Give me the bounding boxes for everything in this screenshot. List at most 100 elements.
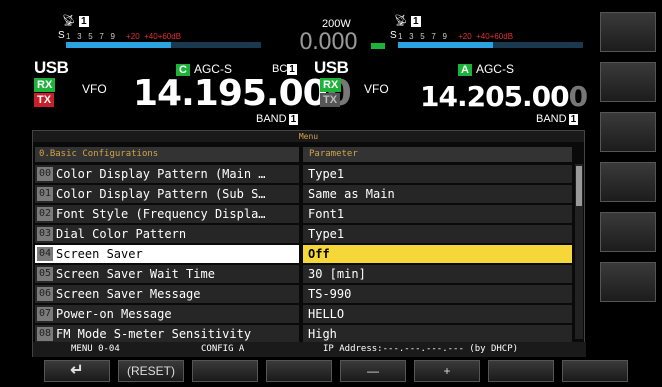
- side-key-4[interactable]: [600, 162, 656, 202]
- radio-screen: 📡︎ 1 S 1 3 5 7 9 +20 +40+60dB USB RX TX …: [0, 0, 662, 387]
- menu-item-number: 00: [37, 167, 53, 181]
- menu-row[interactable]: 05 Screen Saver Wait Time 30 [min]: [33, 264, 586, 284]
- sub-s-meter-bar: [398, 42, 493, 48]
- reset-button[interactable]: (RESET): [118, 360, 184, 382]
- main-vfo-label: VFO: [82, 82, 107, 96]
- menu-item-label: Dial Color Pattern: [56, 227, 187, 241]
- menu-item-label: FM Mode S-meter Sensitivity: [56, 327, 252, 341]
- main-mode: USB: [34, 58, 69, 77]
- main-band: BAND 1: [256, 113, 299, 125]
- menu-item-label: Power-on Message: [56, 307, 172, 321]
- menu-item-number: 07: [37, 307, 53, 321]
- side-key-panel: [600, 12, 656, 312]
- power-setting: 200W: [322, 18, 351, 30]
- sub-s-meter-scale: 1 3 5 7 9 +20 +40+60dB: [398, 32, 514, 41]
- sub-frequency[interactable]: 14.205.000: [420, 80, 588, 113]
- main-frequency[interactable]: 14.195.000: [133, 73, 352, 114]
- main-s-meter-scale: 1 3 5 7 9 +20 +40+60dB: [66, 32, 182, 41]
- menu-item-label: Screen Saver: [56, 247, 143, 261]
- menu-item-name[interactable]: 08 FM Mode S-meter Sensitivity: [35, 325, 299, 343]
- menu-item-name[interactable]: 04 Screen Saver: [35, 245, 299, 263]
- main-s-meter: S 1 3 5 7 9 +20 +40+60dB: [58, 30, 264, 58]
- side-key-5[interactable]: [600, 212, 656, 252]
- sub-mode: USB: [314, 58, 349, 77]
- soft-key-8[interactable]: [562, 360, 628, 382]
- menu-item-label: Screen Saver Wait Time: [56, 267, 215, 281]
- menu-row[interactable]: 08 FM Mode S-meter Sensitivity High: [33, 324, 586, 344]
- side-key-3[interactable]: [600, 112, 656, 152]
- menu-item-name[interactable]: 03 Dial Color Pattern: [35, 225, 299, 243]
- sub-s-meter: S 1 3 5 7 9 +20 +40+60dB: [390, 30, 586, 58]
- side-key-2[interactable]: [600, 62, 656, 102]
- menu-list: 00 Color Display Pattern (Main … Type1 01 Co…: [33, 164, 586, 344]
- sub-agc: A AGC-S: [458, 62, 514, 76]
- antenna-icon: 📡︎: [62, 15, 76, 27]
- menu-item-value[interactable]: Font1: [303, 205, 572, 223]
- sub-rx-indicator: RX: [320, 78, 342, 92]
- minus-button[interactable]: —: [340, 360, 406, 382]
- power-indicator: [371, 43, 385, 49]
- power-readout: 0.000: [299, 30, 358, 55]
- menu-status-bar: MENU 0-04 CONFIG A IP Address:---.---.--…: [33, 342, 586, 357]
- config-label: CONFIG A: [201, 344, 245, 354]
- menu-item-name[interactable]: 01 Color Display Pattern (Sub S…: [35, 185, 299, 203]
- menu-row[interactable]: 00 Color Display Pattern (Main … Type1: [33, 164, 586, 184]
- menu-item-number: 06: [37, 287, 53, 301]
- menu-row[interactable]: 06 Screen Saver Message TS-990: [33, 284, 586, 304]
- menu-panel: Menu 0.Basic Configurations Parameter 00…: [32, 130, 586, 357]
- menu-item-label: Color Display Pattern (Main …: [56, 167, 266, 181]
- menu-item-value[interactable]: Same as Main: [303, 185, 572, 203]
- bottom-key-bar: ↵ (RESET) — +: [44, 360, 654, 384]
- menu-item-number: 04: [37, 247, 53, 261]
- menu-title: Menu: [33, 131, 584, 142]
- main-rx-indicator: RX: [34, 78, 56, 92]
- menu-item-value[interactable]: 30 [min]: [303, 265, 572, 283]
- menu-item-number: 03: [37, 227, 53, 241]
- menu-item-value[interactable]: TS-990: [303, 285, 572, 303]
- main-antenna-indicator: 📡︎ 1: [62, 15, 89, 27]
- soft-key-4[interactable]: [266, 360, 332, 382]
- menu-item-label: Screen Saver Message: [56, 287, 201, 301]
- main-s-meter-bar: [66, 42, 171, 48]
- menu-row[interactable]: 04 Screen Saver Off: [33, 244, 586, 264]
- back-button[interactable]: ↵: [44, 360, 110, 382]
- sub-antenna-indicator: 📡︎ 1: [394, 15, 421, 27]
- menu-item-label: Color Display Pattern (Sub S…: [56, 187, 266, 201]
- soft-key-3[interactable]: [192, 360, 258, 382]
- menu-number: MENU 0-04: [71, 344, 120, 354]
- menu-item-value[interactable]: Off: [303, 245, 572, 263]
- main-tx-indicator: TX: [34, 93, 55, 107]
- menu-column-headers: 0.Basic Configurations Parameter: [33, 147, 586, 162]
- ip-address: IP Address:---.---.---.--- (by DHCP): [323, 344, 519, 354]
- menu-item-label: Font Style (Frequency Displa…: [56, 207, 266, 221]
- menu-item-value[interactable]: HELLO: [303, 305, 572, 323]
- menu-item-name[interactable]: 00 Color Display Pattern (Main …: [35, 165, 299, 183]
- menu-row[interactable]: 03 Dial Color Pattern Type1: [33, 224, 586, 244]
- menu-item-name[interactable]: 06 Screen Saver Message: [35, 285, 299, 303]
- menu-item-name[interactable]: 07 Power-on Message: [35, 305, 299, 323]
- antenna-icon: 📡︎: [394, 15, 408, 27]
- menu-item-value[interactable]: Type1: [303, 165, 572, 183]
- menu-parameter-header: Parameter: [303, 147, 572, 162]
- return-arrow-icon: ↵: [70, 362, 84, 379]
- menu-item-number: 05: [37, 267, 53, 281]
- sub-band: BAND 1: [536, 113, 579, 125]
- menu-row[interactable]: 07 Power-on Message HELLO: [33, 304, 586, 324]
- menu-group-header: 0.Basic Configurations: [35, 147, 299, 162]
- menu-scrollbar-thumb[interactable]: [576, 166, 582, 206]
- side-key-1[interactable]: [600, 12, 656, 52]
- side-key-6[interactable]: [600, 262, 656, 302]
- menu-item-name[interactable]: 05 Screen Saver Wait Time: [35, 265, 299, 283]
- sub-vfo-label: VFO: [364, 82, 389, 96]
- menu-scrollbar[interactable]: [575, 164, 583, 339]
- menu-item-value[interactable]: High: [303, 325, 572, 343]
- menu-row[interactable]: 02 Font Style (Frequency Displa… Font1: [33, 204, 586, 224]
- sub-tx-indicator: TX: [320, 93, 341, 107]
- soft-key-7[interactable]: [488, 360, 554, 382]
- plus-button[interactable]: +: [414, 360, 480, 382]
- menu-item-value[interactable]: Type1: [303, 225, 572, 243]
- menu-item-number: 08: [37, 327, 53, 341]
- menu-row[interactable]: 01 Color Display Pattern (Sub S… Same as M…: [33, 184, 586, 204]
- menu-item-number: 02: [37, 207, 53, 221]
- menu-item-name[interactable]: 02 Font Style (Frequency Displa…: [35, 205, 299, 223]
